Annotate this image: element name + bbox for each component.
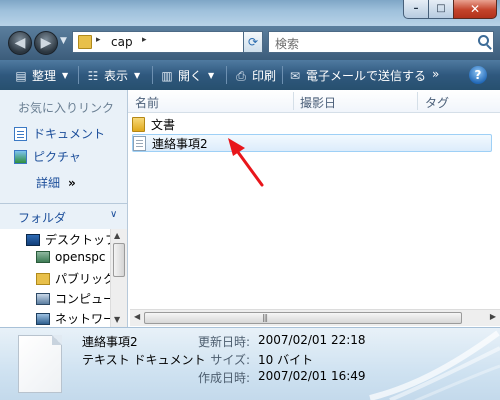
details-file-name: 連絡事項2 — [82, 335, 138, 349]
created-value: 2007/02/01 16:49 — [258, 369, 366, 383]
details-pane: 連絡事項2 テキスト ドキュメント 更新日時: 2007/02/01 22:18… — [0, 327, 500, 400]
size-value: 10 バイト — [258, 353, 314, 367]
explorer-window: – □ ✕ ◀ ▶ ▼ ▸ cap ▸ ▼ ⟳ 検索 ▤ 整理 ▼ ☷ 表示 — [0, 0, 500, 400]
modified-label: 更新日時: — [197, 335, 250, 349]
size-label: サイズ: — [210, 353, 250, 367]
text-document-large-icon — [18, 335, 62, 393]
created-label: 作成日時: — [197, 371, 250, 385]
decorative-swirl — [369, 330, 500, 400]
modified-value: 2007/02/01 22:18 — [258, 333, 366, 347]
